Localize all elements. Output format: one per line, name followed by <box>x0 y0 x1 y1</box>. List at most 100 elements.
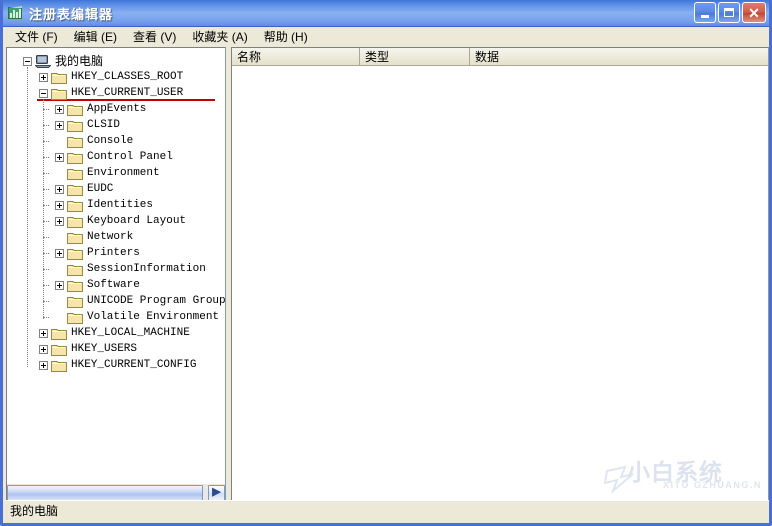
column-header-type[interactable]: 类型 <box>360 48 470 65</box>
tree-connector-line <box>43 157 49 158</box>
folder-icon <box>67 135 83 148</box>
status-bar: 我的电脑 <box>6 500 769 520</box>
tree-spacer <box>55 297 64 306</box>
expand-plus-icon[interactable] <box>39 329 48 338</box>
tree-node-label: AppEvents <box>87 104 146 115</box>
tree-node-label: HKEY_CURRENT_USER <box>71 88 183 99</box>
registry-editor-window: 注册表编辑器 ✕ 文件 (F) 编辑 (E) 查看 (V) 收藏夹 (A) 帮助… <box>0 0 772 526</box>
tree-node[interactable]: SessionInformation <box>55 261 206 277</box>
menu-item-favorites[interactable]: 收藏夹 (A) <box>184 29 255 46</box>
tree-node[interactable]: HKEY_CLASSES_ROOT <box>39 69 183 85</box>
tree-node-label: Software <box>87 280 140 291</box>
title-bar[interactable]: 注册表编辑器 ✕ <box>3 0 769 27</box>
folder-icon <box>67 247 83 260</box>
tree-node[interactable]: 我的电脑 <box>23 53 103 69</box>
tree-node[interactable]: HKEY_CURRENT_CONFIG <box>39 357 196 373</box>
expand-plus-icon[interactable] <box>55 281 64 290</box>
expand-plus-icon[interactable] <box>39 361 48 370</box>
menu-item-view[interactable]: 查看 (V) <box>125 29 184 46</box>
folder-icon <box>67 215 83 228</box>
folder-icon <box>67 183 83 196</box>
tree-connector-line <box>43 253 49 254</box>
window-controls: ✕ <box>694 2 766 23</box>
tree-node[interactable]: UNICODE Program Groups <box>55 293 225 309</box>
expand-plus-icon[interactable] <box>55 217 64 226</box>
tree-node[interactable]: Identities <box>55 197 153 213</box>
expand-plus-icon[interactable] <box>39 73 48 82</box>
tree-node[interactable]: Network <box>55 229 133 245</box>
folder-icon <box>51 359 67 372</box>
folder-icon <box>67 231 83 244</box>
tree-node[interactable]: Console <box>55 133 133 149</box>
tree-connector-line <box>43 141 49 142</box>
folder-icon <box>67 263 83 276</box>
folder-icon <box>67 119 83 132</box>
tree-node-label: HKEY_CLASSES_ROOT <box>71 72 183 83</box>
folder-icon <box>51 343 67 356</box>
registry-tree-pane[interactable]: 我的电脑 HKEY_CLASSES_ROOT HKEY_CURRENT_USER Ap… <box>6 47 226 502</box>
tree-node[interactable]: HKEY_CURRENT_USER <box>39 85 183 101</box>
collapse-minus-icon[interactable] <box>39 89 48 98</box>
tree-node-label: Console <box>87 136 133 147</box>
tree-node-label: UNICODE Program Groups <box>87 296 225 307</box>
scrollbar-thumb[interactable] <box>7 485 203 501</box>
tree-node-label: Keyboard Layout <box>87 216 186 227</box>
registry-tree[interactable]: 我的电脑 HKEY_CLASSES_ROOT HKEY_CURRENT_USER Ap… <box>7 48 225 485</box>
expand-plus-icon[interactable] <box>55 249 64 258</box>
tree-connector-line <box>43 189 49 190</box>
menu-item-help[interactable]: 帮助 (H) <box>256 29 316 46</box>
expand-plus-icon[interactable] <box>55 185 64 194</box>
folder-icon <box>51 71 67 84</box>
scrollbar-track[interactable] <box>7 485 208 501</box>
tree-node-label: HKEY_USERS <box>71 344 137 355</box>
chevron-right-icon: ▶ <box>212 487 220 498</box>
tree-connector-line <box>43 237 49 238</box>
close-button[interactable]: ✕ <box>742 2 766 23</box>
values-list-body[interactable] <box>232 66 768 501</box>
maximize-button[interactable] <box>718 2 740 23</box>
menu-item-file[interactable]: 文件 (F) <box>7 29 66 46</box>
close-icon: ✕ <box>748 6 760 20</box>
window-title: 注册表编辑器 <box>29 4 113 23</box>
tree-connector-line <box>43 269 49 270</box>
minimize-button[interactable] <box>694 2 716 23</box>
expand-plus-icon[interactable] <box>55 105 64 114</box>
tree-spacer <box>55 169 64 178</box>
tree-node[interactable]: Environment <box>55 165 160 181</box>
maximize-icon <box>724 8 734 17</box>
tree-spacer <box>55 233 64 242</box>
tree-node[interactable]: AppEvents <box>55 101 146 117</box>
column-header-data[interactable]: 数据 <box>470 48 768 65</box>
expand-plus-icon[interactable] <box>55 121 64 130</box>
tree-connector-line <box>43 317 49 318</box>
tree-node[interactable]: Volatile Environment <box>55 309 219 325</box>
tree-connector-line <box>43 125 49 126</box>
folder-icon <box>67 279 83 292</box>
tree-horizontal-scrollbar[interactable]: ▶ <box>7 484 225 501</box>
tree-connector-line <box>43 285 49 286</box>
tree-node-label: Volatile Environment <box>87 312 219 323</box>
tree-node[interactable]: CLSID <box>55 117 120 133</box>
computer-icon <box>35 54 51 68</box>
menu-item-edit[interactable]: 编辑 (E) <box>66 29 125 46</box>
tree-node[interactable]: Software <box>55 277 140 293</box>
tree-spacer <box>55 265 64 274</box>
scroll-right-button[interactable]: ▶ <box>208 485 225 501</box>
folder-icon <box>67 295 83 308</box>
tree-connector-line <box>43 205 49 206</box>
tree-node[interactable]: EUDC <box>55 181 113 197</box>
expand-plus-icon[interactable] <box>55 153 64 162</box>
tree-connector-line <box>43 221 49 222</box>
registry-values-pane[interactable]: 名称 类型 数据 <box>231 47 769 502</box>
tree-node[interactable]: Keyboard Layout <box>55 213 186 229</box>
expand-plus-icon[interactable] <box>39 345 48 354</box>
folder-icon <box>67 199 83 212</box>
tree-node[interactable]: Control Panel <box>55 149 173 165</box>
tree-node[interactable]: Printers <box>55 245 140 261</box>
tree-node[interactable]: HKEY_LOCAL_MACHINE <box>39 325 190 341</box>
folder-icon <box>51 87 67 100</box>
column-header-name[interactable]: 名称 <box>232 48 360 65</box>
expand-plus-icon[interactable] <box>55 201 64 210</box>
tree-node[interactable]: HKEY_USERS <box>39 341 137 357</box>
collapse-minus-icon[interactable] <box>23 57 32 66</box>
